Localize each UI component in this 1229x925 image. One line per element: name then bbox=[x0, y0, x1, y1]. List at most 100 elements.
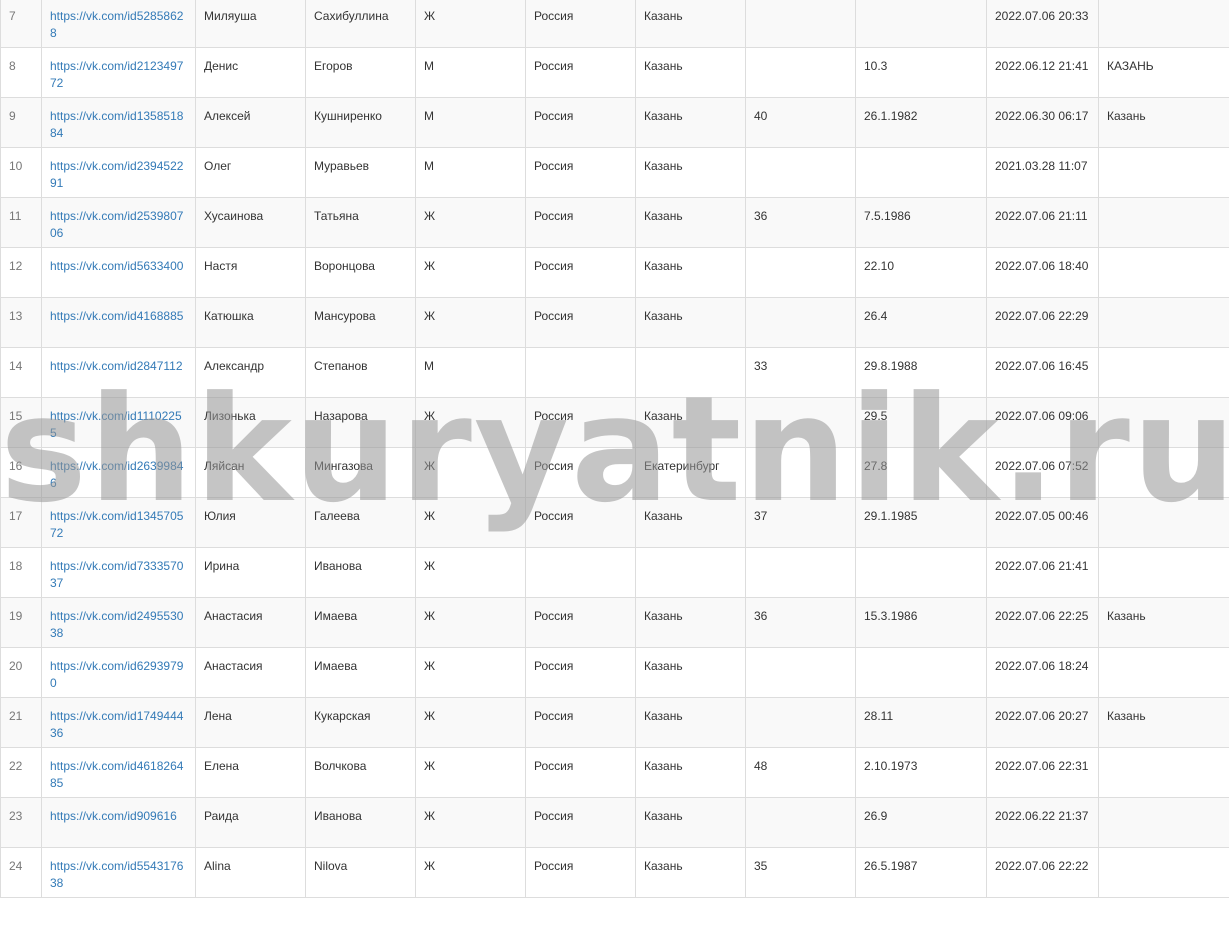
table-row: 20 https://vk.com/id62939790 Анастасия Имае… bbox=[0, 647, 1229, 698]
cell-birthday bbox=[855, 647, 987, 698]
cell-country: Россия bbox=[525, 497, 636, 548]
cell-hometown bbox=[1098, 397, 1229, 448]
table-row: 14 https://vk.com/id2847112 Александр Степа… bbox=[0, 347, 1229, 398]
cell-hometown bbox=[1098, 497, 1229, 548]
cell-birthday: 28.11 bbox=[855, 697, 987, 748]
cell-profile-link: https://vk.com/id5633400 bbox=[41, 247, 196, 298]
cell-profile-link: https://vk.com/id212349772 bbox=[41, 47, 196, 98]
users-table: 7 https://vk.com/id52858628 Миляуша Сахибул… bbox=[0, 0, 1229, 898]
cell-hometown bbox=[1098, 747, 1229, 798]
cell-sex: Ж bbox=[415, 647, 526, 698]
cell-last-seen: 2022.07.06 22:29 bbox=[986, 297, 1099, 348]
cell-first-name: Лена bbox=[195, 697, 306, 748]
cell-last-name: Иванова bbox=[305, 797, 416, 848]
table-row: 11 https://vk.com/id253980706 Хусаинова Тат… bbox=[0, 197, 1229, 248]
cell-country: Россия bbox=[525, 47, 636, 98]
cell-age bbox=[745, 647, 856, 698]
cell-last-seen: 2022.07.05 00:46 bbox=[986, 497, 1099, 548]
cell-city bbox=[635, 347, 746, 398]
profile-link[interactable]: https://vk.com/id2847112 bbox=[50, 359, 183, 373]
table-row: 21 https://vk.com/id174944436 Лена Кукарска… bbox=[0, 697, 1229, 748]
cell-profile-link: https://vk.com/id239452291 bbox=[41, 147, 196, 198]
cell-city: Казань bbox=[635, 697, 746, 748]
profile-link[interactable]: https://vk.com/id135851884 bbox=[50, 109, 183, 140]
cell-profile-link: https://vk.com/id249553038 bbox=[41, 597, 196, 648]
cell-sex: Ж bbox=[415, 497, 526, 548]
cell-last-name: Имаева bbox=[305, 647, 416, 698]
profile-link[interactable]: https://vk.com/id733357037 bbox=[50, 559, 183, 590]
profile-link[interactable]: https://vk.com/id26399846 bbox=[50, 459, 183, 490]
table-body: 7 https://vk.com/id52858628 Миляуша Сахибул… bbox=[0, 0, 1229, 898]
cell-country bbox=[525, 547, 636, 598]
profile-link[interactable]: https://vk.com/id253980706 bbox=[50, 209, 183, 240]
cell-age: 48 bbox=[745, 747, 856, 798]
profile-link[interactable]: https://vk.com/id461826485 bbox=[50, 759, 183, 790]
cell-number: 12 bbox=[0, 247, 42, 298]
cell-country: Россия bbox=[525, 97, 636, 148]
cell-city: Казань bbox=[635, 297, 746, 348]
cell-age: 36 bbox=[745, 597, 856, 648]
cell-number: 13 bbox=[0, 297, 42, 348]
cell-birthday bbox=[855, 0, 987, 48]
table-row: 19 https://vk.com/id249553038 Анастасия Има… bbox=[0, 597, 1229, 648]
cell-number: 24 bbox=[0, 847, 42, 898]
cell-birthday: 29.8.1988 bbox=[855, 347, 987, 398]
cell-first-name: Катюшка bbox=[195, 297, 306, 348]
cell-hometown bbox=[1098, 147, 1229, 198]
cell-last-seen: 2022.07.06 22:25 bbox=[986, 597, 1099, 648]
cell-last-name: Имаева bbox=[305, 597, 416, 648]
cell-country: Россия bbox=[525, 397, 636, 448]
profile-link[interactable]: https://vk.com/id11102255 bbox=[50, 409, 182, 440]
table-row: 15 https://vk.com/id11102255 Лизонька Назар… bbox=[0, 397, 1229, 448]
table-row: 17 https://vk.com/id134570572 Юлия Галеева Ж… bbox=[0, 497, 1229, 548]
cell-first-name: Настя bbox=[195, 247, 306, 298]
cell-profile-link: https://vk.com/id26399846 bbox=[41, 447, 196, 498]
cell-first-name: Елена bbox=[195, 747, 306, 798]
profile-link[interactable]: https://vk.com/id249553038 bbox=[50, 609, 183, 640]
profile-link[interactable]: https://vk.com/id4168885 bbox=[50, 309, 183, 323]
profile-link[interactable]: https://vk.com/id134570572 bbox=[50, 509, 183, 540]
cell-country: Россия bbox=[525, 747, 636, 798]
cell-sex: М bbox=[415, 47, 526, 98]
cell-first-name: Раида bbox=[195, 797, 306, 848]
profile-link[interactable]: https://vk.com/id909616 bbox=[50, 809, 177, 823]
cell-age bbox=[745, 447, 856, 498]
cell-city: Казань bbox=[635, 47, 746, 98]
cell-city: Казань bbox=[635, 597, 746, 648]
cell-number: 22 bbox=[0, 747, 42, 798]
cell-country: Россия bbox=[525, 597, 636, 648]
cell-profile-link: https://vk.com/id461826485 bbox=[41, 747, 196, 798]
cell-country: Россия bbox=[525, 297, 636, 348]
profile-link[interactable]: https://vk.com/id239452291 bbox=[50, 159, 183, 190]
cell-sex: Ж bbox=[415, 747, 526, 798]
profile-link[interactable]: https://vk.com/id554317638 bbox=[50, 859, 183, 890]
profile-link[interactable]: https://vk.com/id212349772 bbox=[50, 59, 183, 90]
cell-number: 11 bbox=[0, 197, 42, 248]
cell-sex: Ж bbox=[415, 697, 526, 748]
cell-last-seen: 2022.07.06 09:06 bbox=[986, 397, 1099, 448]
profile-link[interactable]: https://vk.com/id62939790 bbox=[50, 659, 183, 690]
table-row: 9 https://vk.com/id135851884 Алексей Кушнир… bbox=[0, 97, 1229, 148]
cell-last-name: Муравьев bbox=[305, 147, 416, 198]
cell-number: 15 bbox=[0, 397, 42, 448]
cell-country: Россия bbox=[525, 797, 636, 848]
cell-sex: Ж bbox=[415, 597, 526, 648]
cell-number: 21 bbox=[0, 697, 42, 748]
profile-link[interactable]: https://vk.com/id52858628 bbox=[50, 9, 183, 40]
cell-city: Казань bbox=[635, 747, 746, 798]
profile-link[interactable]: https://vk.com/id5633400 bbox=[50, 259, 183, 273]
cell-hometown bbox=[1098, 847, 1229, 898]
cell-birthday: 15.3.1986 bbox=[855, 597, 987, 648]
cell-birthday bbox=[855, 147, 987, 198]
cell-last-seen: 2022.06.30 06:17 bbox=[986, 97, 1099, 148]
cell-number: 8 bbox=[0, 47, 42, 98]
cell-hometown bbox=[1098, 347, 1229, 398]
cell-last-seen: 2022.07.06 16:45 bbox=[986, 347, 1099, 398]
profile-link[interactable]: https://vk.com/id174944436 bbox=[50, 709, 183, 740]
cell-sex: Ж bbox=[415, 0, 526, 48]
cell-number: 18 bbox=[0, 547, 42, 598]
cell-last-name: Волчкова bbox=[305, 747, 416, 798]
cell-sex: Ж bbox=[415, 247, 526, 298]
cell-city: Казань bbox=[635, 247, 746, 298]
cell-last-name: Галеева bbox=[305, 497, 416, 548]
